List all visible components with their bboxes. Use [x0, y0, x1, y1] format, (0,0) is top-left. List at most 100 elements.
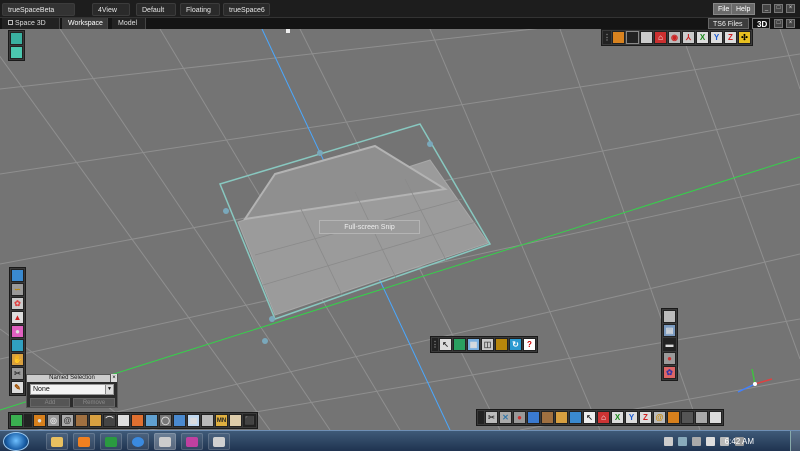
film-icon[interactable]: ▬	[663, 338, 676, 351]
network-icon[interactable]	[678, 437, 687, 446]
select-icon[interactable]: ↖	[439, 338, 452, 351]
axes-icon[interactable]: ⅄	[682, 31, 695, 44]
add-button[interactable]: Add	[30, 398, 70, 407]
paint-icon[interactable]: ✿	[11, 297, 24, 310]
cube-icon[interactable]	[612, 31, 625, 44]
chevron-down-icon[interactable]: ▼	[105, 385, 113, 394]
app-title-tab[interactable]: trueSpaceBeta 7.61	[2, 3, 75, 27]
sphere-icon[interactable]: ●	[663, 352, 676, 365]
render-icon[interactable]: ◉	[668, 31, 681, 44]
paint-icon[interactable]: ✿	[663, 366, 676, 379]
text-icon[interactable]: MN	[215, 414, 228, 427]
close-icon[interactable]: ×	[786, 19, 795, 28]
ts6-files-button[interactable]: TS6 Files	[708, 18, 749, 29]
layout-tab-default[interactable]: Default	[136, 3, 176, 16]
spline-icon[interactable]	[131, 414, 144, 427]
maximize-icon[interactable]: □	[774, 4, 783, 13]
layout-tab-4view[interactable]: 4View	[92, 3, 130, 16]
handle-point[interactable]	[317, 150, 323, 156]
z-axis-icon[interactable]: Z	[639, 411, 652, 424]
tool-icon[interactable]: ✂	[11, 367, 24, 380]
named-selection-dropdown[interactable]: None ▼	[30, 384, 114, 395]
view-3d-button[interactable]: 3D	[752, 18, 770, 29]
wood-icon[interactable]	[541, 411, 554, 424]
pencil-icon[interactable]: ✎	[11, 381, 24, 394]
z-axis-icon[interactable]: Z	[724, 31, 737, 44]
x-axis-icon[interactable]: X	[696, 31, 709, 44]
handle-point[interactable]	[223, 208, 229, 214]
tab-model[interactable]: Model	[112, 18, 146, 29]
box-icon[interactable]	[117, 414, 130, 427]
restore-icon[interactable]: □	[774, 19, 783, 28]
cube-icon[interactable]	[89, 414, 102, 427]
brush-icon[interactable]: ⬛	[243, 414, 256, 427]
tools-icon[interactable]: ✂	[485, 411, 498, 424]
cube-icon[interactable]	[667, 411, 680, 424]
display-icon[interactable]	[709, 411, 722, 424]
help-menu[interactable]: Help	[731, 3, 756, 15]
paint-icon[interactable]	[145, 414, 158, 427]
view-icon[interactable]	[10, 32, 23, 45]
excel-icon[interactable]	[100, 433, 122, 450]
spiral-icon[interactable]: @	[653, 411, 666, 424]
house-icon[interactable]: ⌂	[654, 31, 667, 44]
sphere-icon[interactable]: ●	[11, 325, 24, 338]
layout-tab-floating[interactable]: Floating	[180, 3, 220, 16]
image-icon[interactable]	[229, 414, 242, 427]
box-icon[interactable]	[626, 31, 639, 44]
battery-icon[interactable]	[692, 437, 701, 446]
rotate-icon[interactable]: ↻	[509, 338, 522, 351]
explorer-icon[interactable]	[46, 433, 68, 450]
minimize-icon[interactable]: _	[762, 4, 771, 13]
select-icon[interactable]	[11, 269, 24, 282]
grid-icon[interactable]: ▦	[467, 338, 480, 351]
tray-icon[interactable]	[664, 437, 673, 446]
close-icon[interactable]: ×	[786, 4, 795, 13]
paint-icon[interactable]	[527, 411, 540, 424]
volume-icon[interactable]	[706, 437, 715, 446]
target-icon[interactable]: ◎	[47, 414, 60, 427]
sphere-icon[interactable]	[569, 411, 582, 424]
close-icon[interactable]: ×	[110, 374, 117, 382]
house-icon[interactable]: ⌂	[597, 411, 610, 424]
lasso-icon[interactable]: ∽	[11, 283, 24, 296]
cube-icon[interactable]: ◫	[481, 338, 494, 351]
handle-point[interactable]	[262, 338, 268, 344]
help-icon[interactable]: ?	[523, 338, 536, 351]
primitive-icon[interactable]: ▲	[11, 311, 24, 324]
handle-point[interactable]	[427, 141, 433, 147]
scene-object[interactable]	[218, 123, 492, 344]
navigation-icon[interactable]: ✣	[738, 31, 751, 44]
material-icon[interactable]	[11, 339, 24, 352]
layout-tab-truespace6[interactable]: trueSpace6	[223, 3, 270, 16]
clock[interactable]: 6:42 AM	[725, 431, 754, 451]
media-icon[interactable]	[181, 433, 203, 450]
y-axis-icon[interactable]: Y	[710, 31, 723, 44]
move-icon[interactable]	[495, 338, 508, 351]
axis-gizmo[interactable]	[737, 368, 773, 393]
sphere-icon[interactable]: ●	[513, 411, 526, 424]
internet-explorer-icon[interactable]	[127, 433, 149, 450]
spiral-icon[interactable]: @	[61, 414, 74, 427]
grid-icon[interactable]: ▤	[663, 324, 676, 337]
camera-icon[interactable]	[663, 310, 676, 323]
paint-icon[interactable]	[208, 433, 230, 450]
wave-icon[interactable]	[173, 414, 186, 427]
sphere-icon[interactable]	[10, 414, 23, 427]
x-axis-icon[interactable]: X	[611, 411, 624, 424]
cube-icon[interactable]	[555, 411, 568, 424]
wood-icon[interactable]	[75, 414, 88, 427]
stone-icon[interactable]	[201, 414, 214, 427]
camera-icon[interactable]	[695, 411, 708, 424]
camera-icon[interactable]	[10, 46, 23, 59]
view-icon[interactable]	[453, 338, 466, 351]
box-icon[interactable]	[681, 411, 694, 424]
link-icon[interactable]: ✕	[499, 411, 512, 424]
show-desktop-button[interactable]	[790, 431, 800, 451]
remove-button[interactable]: Remove	[73, 398, 115, 407]
3d-viewport[interactable]: Full-screen Snip ⋮ ⌂ ◉ ⅄ X Y Z ✣ ∽ ✿ ▲ ●…	[0, 29, 800, 430]
truespace-icon[interactable]	[154, 433, 176, 450]
y-axis-icon[interactable]: Y	[625, 411, 638, 424]
select-icon[interactable]: ↖	[583, 411, 596, 424]
lasso-icon[interactable]: ●	[33, 414, 46, 427]
